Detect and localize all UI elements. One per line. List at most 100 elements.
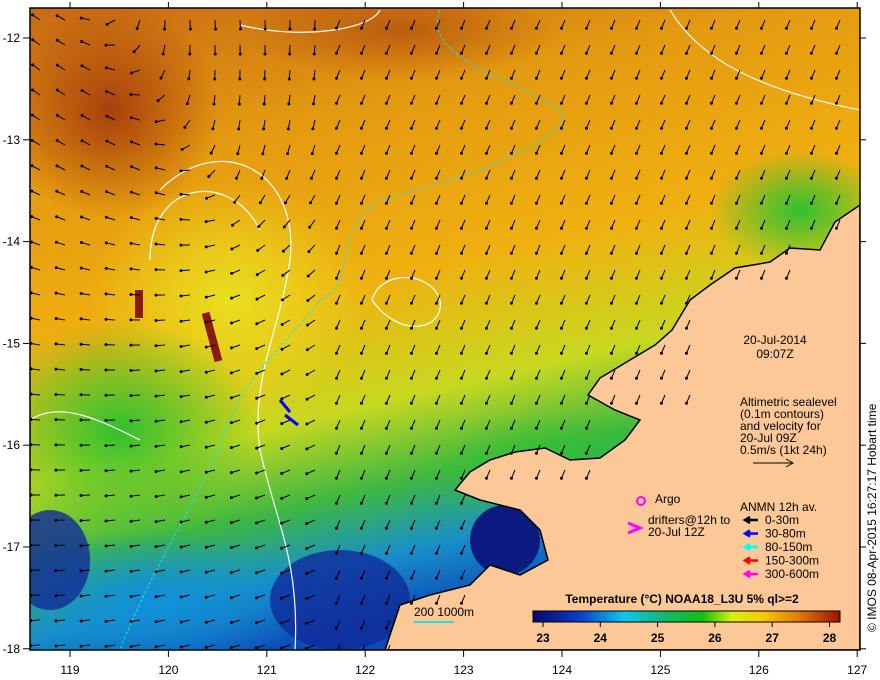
velocity-arrow-head xyxy=(55,189,59,193)
velocity-arrow-head xyxy=(834,126,838,130)
velocity-arrow-head xyxy=(659,351,663,355)
velocity-arrow-head xyxy=(484,76,488,80)
colorbar xyxy=(532,610,841,623)
velocity-arrow-head xyxy=(534,276,538,280)
velocity-arrow-head xyxy=(305,447,309,451)
velocity-arrow-head xyxy=(434,26,438,30)
velocity-arrow-head xyxy=(359,526,363,530)
velocity-arrow-head xyxy=(409,351,413,355)
velocity-arrow-head xyxy=(129,343,133,347)
velocity-arrow-head xyxy=(305,596,309,600)
velocity-arrow-head xyxy=(409,476,413,480)
velocity-arrow-head xyxy=(156,99,160,103)
velocity-arrow-head xyxy=(734,51,738,55)
isobath-label: 200 1000m xyxy=(414,605,474,619)
velocity-arrow-head xyxy=(179,169,183,173)
velocity-arrow-head xyxy=(484,126,488,130)
velocity-arrow-head xyxy=(434,176,438,180)
velocity-arrow-head xyxy=(659,176,663,180)
velocity-arrow-head xyxy=(104,292,108,296)
velocity-arrow-head xyxy=(559,76,563,80)
velocity-arrow-head xyxy=(255,496,259,500)
velocity-arrow-head xyxy=(55,139,59,143)
velocity-arrow-head xyxy=(104,644,108,648)
velocity-arrow-head xyxy=(434,301,438,305)
velocity-arrow-head xyxy=(54,644,58,648)
velocity-arrow-head xyxy=(334,176,338,180)
velocity-arrow-head xyxy=(584,301,588,305)
velocity-arrow-head xyxy=(105,90,109,94)
velocity-arrow-head xyxy=(534,226,538,230)
velocity-arrow-head xyxy=(105,22,109,26)
velocity-arrow-head xyxy=(434,501,438,505)
velocity-arrow-head xyxy=(434,351,438,355)
velocity-arrow-head xyxy=(484,301,488,305)
velocity-arrow-head xyxy=(809,101,813,105)
velocity-arrow-head xyxy=(104,393,108,397)
colorbar-tick-label: 23 xyxy=(536,631,550,645)
velocity-arrow-head xyxy=(459,576,463,580)
velocity-arrow-head xyxy=(609,51,613,55)
velocity-arrow-head xyxy=(204,520,208,524)
velocity-arrow-head xyxy=(204,245,208,249)
velocity-arrow-head xyxy=(409,151,413,155)
velocity-arrow-head xyxy=(104,43,108,47)
velocity-arrow-head xyxy=(179,344,183,348)
velocity-arrow-head xyxy=(559,401,563,405)
colorbar-tick-label: 25 xyxy=(651,631,665,645)
velocity-arrow-head xyxy=(54,291,58,295)
velocity-arrow-head xyxy=(211,127,215,131)
velocity-arrow-head xyxy=(104,544,108,548)
velocity-arrow-head xyxy=(238,27,242,31)
velocity-arrow-head xyxy=(584,201,588,205)
velocity-arrow-head xyxy=(684,301,688,305)
velocity-arrow-head xyxy=(306,298,310,302)
colorbar-tick-label: 24 xyxy=(594,631,608,645)
velocity-arrow-head xyxy=(79,443,83,447)
velocity-arrow-head xyxy=(384,401,388,405)
velocity-arrow-head xyxy=(459,151,463,155)
velocity-arrow-head xyxy=(334,26,338,30)
velocity-arrow-head xyxy=(104,241,108,245)
velocity-arrow-head xyxy=(584,126,588,130)
lon-tick-label: 125 xyxy=(650,663,670,677)
velocity-arrow-head xyxy=(809,26,813,30)
velocity-arrow-head xyxy=(809,201,813,205)
velocity-arrow-head xyxy=(709,76,713,80)
velocity-arrow-head xyxy=(204,620,208,624)
velocity-arrow-head xyxy=(509,376,513,380)
velocity-arrow-head xyxy=(286,127,290,131)
velocity-arrow-head xyxy=(459,426,463,430)
velocity-arrow-head xyxy=(459,201,463,205)
velocity-arrow-head xyxy=(305,397,309,401)
velocity-arrow-head xyxy=(509,76,513,80)
velocity-arrow-head xyxy=(434,101,438,105)
velocity-arrow-head xyxy=(280,471,284,475)
velocity-arrow-head xyxy=(659,101,663,105)
velocity-arrow-head xyxy=(434,251,438,255)
velocity-arrow-head xyxy=(359,201,363,205)
velocity-arrow-head xyxy=(204,595,208,599)
velocity-arrow-head xyxy=(534,476,538,480)
velocity-arrow-head xyxy=(509,176,513,180)
drifters-label: 20-Jul 12Z xyxy=(648,525,705,539)
velocity-arrow-head xyxy=(484,201,488,205)
velocity-arrow-head xyxy=(409,101,413,105)
velocity-arrow-head xyxy=(209,151,213,155)
velocity-arrow-head xyxy=(634,51,638,55)
velocity-arrow-head xyxy=(55,14,59,18)
velocity-arrow-head xyxy=(509,426,513,430)
velocity-arrow-head xyxy=(204,370,208,374)
velocity-arrow-head xyxy=(659,26,663,30)
velocity-arrow-head xyxy=(129,419,133,423)
velocity-arrow-head xyxy=(334,251,338,255)
velocity-arrow-head xyxy=(609,326,613,330)
velocity-arrow-head xyxy=(634,101,638,105)
velocity-arrow-head xyxy=(31,88,35,92)
velocity-arrow-head xyxy=(434,576,438,580)
velocity-arrow-head xyxy=(359,626,363,630)
velocity-arrow-head xyxy=(280,621,284,625)
velocity-arrow-head xyxy=(129,92,133,96)
velocity-arrow-head xyxy=(809,76,813,80)
velocity-arrow-head xyxy=(154,545,158,549)
